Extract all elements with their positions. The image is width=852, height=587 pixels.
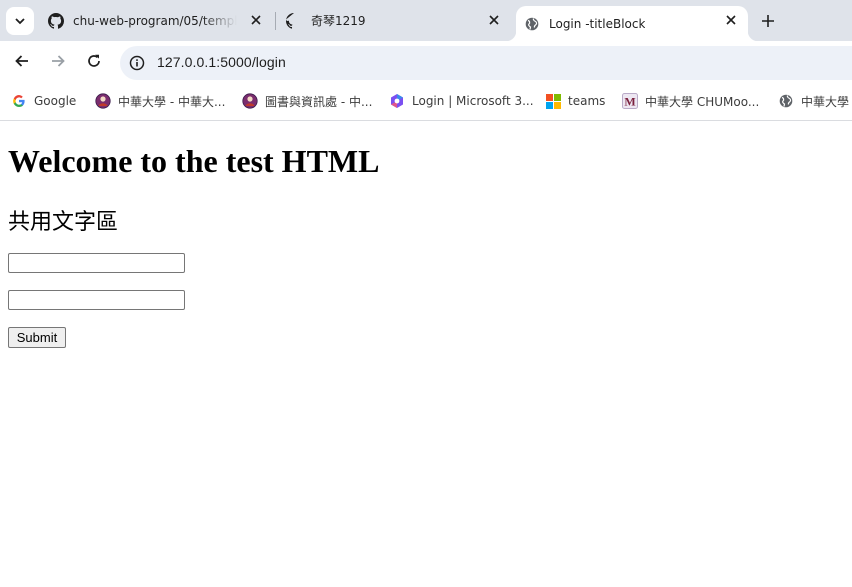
submit-button[interactable]: Submit: [8, 327, 66, 348]
google-icon: [11, 93, 27, 109]
bookmark-microsoft-login[interactable]: Login | Microsoft 3...: [389, 92, 534, 110]
moodle-icon: M: [622, 93, 638, 109]
tab-strip: chu-web-program/05/templa 奇琴1219 Login -…: [0, 0, 852, 41]
close-icon[interactable]: [487, 13, 501, 27]
bookmark-label: 中華大學 CHUMoo...: [645, 94, 760, 109]
bookmark-label: 中華大學: [801, 94, 850, 109]
tab-title: chu-web-program/05/templa: [73, 13, 237, 28]
github-icon: [48, 12, 64, 29]
bookmark-label: 中華大學 - 中華大...: [118, 94, 226, 109]
tab-qiqin[interactable]: 奇琴1219: [278, 0, 510, 41]
bookmark-label: 圖書與資訊處 - 中...: [265, 94, 373, 109]
reload-icon: [88, 54, 100, 67]
back-button[interactable]: [12, 51, 32, 71]
microsoft-365-icon: [389, 93, 405, 109]
page-title: Welcome to the test HTML: [8, 143, 380, 179]
bookmark-teams[interactable]: teams: [545, 92, 605, 110]
close-icon[interactable]: [724, 13, 738, 27]
bookmark-chu-more[interactable]: 中華大學: [778, 92, 849, 110]
chu-logo-icon: [242, 93, 258, 109]
plus-icon: [762, 15, 774, 27]
text-input-1[interactable]: [8, 253, 185, 273]
url-text: 127.0.0.1:5000/login: [157, 54, 286, 70]
bookmark-label: teams: [568, 94, 606, 108]
tab-divider: [275, 12, 276, 30]
tab-title: Login -titleBlock: [549, 16, 646, 31]
text-input-2[interactable]: [8, 290, 185, 310]
svg-text:M: M: [624, 95, 635, 109]
tab-login[interactable]: Login -titleBlock: [506, 6, 758, 41]
new-tab-button[interactable]: [758, 11, 778, 31]
arrow-left-icon: [15, 55, 28, 67]
reload-button[interactable]: [84, 51, 104, 71]
forward-button[interactable]: [48, 51, 68, 71]
microsoft-logo-icon: [545, 93, 561, 109]
bookmark-chu[interactable]: 中華大學 - 中華大...: [95, 92, 225, 110]
globe-icon: [778, 93, 794, 109]
browser-toolbar: 127.0.0.1:5000/login: [0, 41, 852, 81]
close-icon[interactable]: [249, 13, 263, 27]
bookmark-label: Login | Microsoft 3...: [412, 94, 534, 108]
site-info-icon[interactable]: [129, 55, 145, 71]
bookmark-label: Google: [34, 94, 77, 108]
bookmark-library[interactable]: 圖書與資訊處 - 中...: [242, 92, 372, 110]
address-bar[interactable]: 127.0.0.1:5000/login: [120, 46, 852, 80]
chu-logo-icon: [95, 93, 111, 109]
tab-search-button[interactable]: [6, 7, 34, 35]
tab-title: 奇琴1219: [311, 14, 366, 28]
bookmark-google[interactable]: Google: [11, 92, 76, 110]
tab-chu-web-program[interactable]: chu-web-program/05/templa: [40, 0, 272, 41]
shared-text-heading: 共用文字區: [8, 210, 119, 235]
page-content: Welcome to the test HTML 共用文字區 Submit: [0, 121, 852, 587]
chevron-down-icon: [15, 18, 25, 25]
globe-icon: [524, 16, 540, 32]
bookmark-chumoodle[interactable]: M 中華大學 CHUMoo...: [622, 92, 759, 110]
arrow-right-icon: [52, 55, 65, 67]
github-icon: [286, 12, 302, 29]
bookmarks-bar: Google 中華大學 - 中華大... 圖書與資訊處 - 中... Login…: [0, 81, 852, 121]
